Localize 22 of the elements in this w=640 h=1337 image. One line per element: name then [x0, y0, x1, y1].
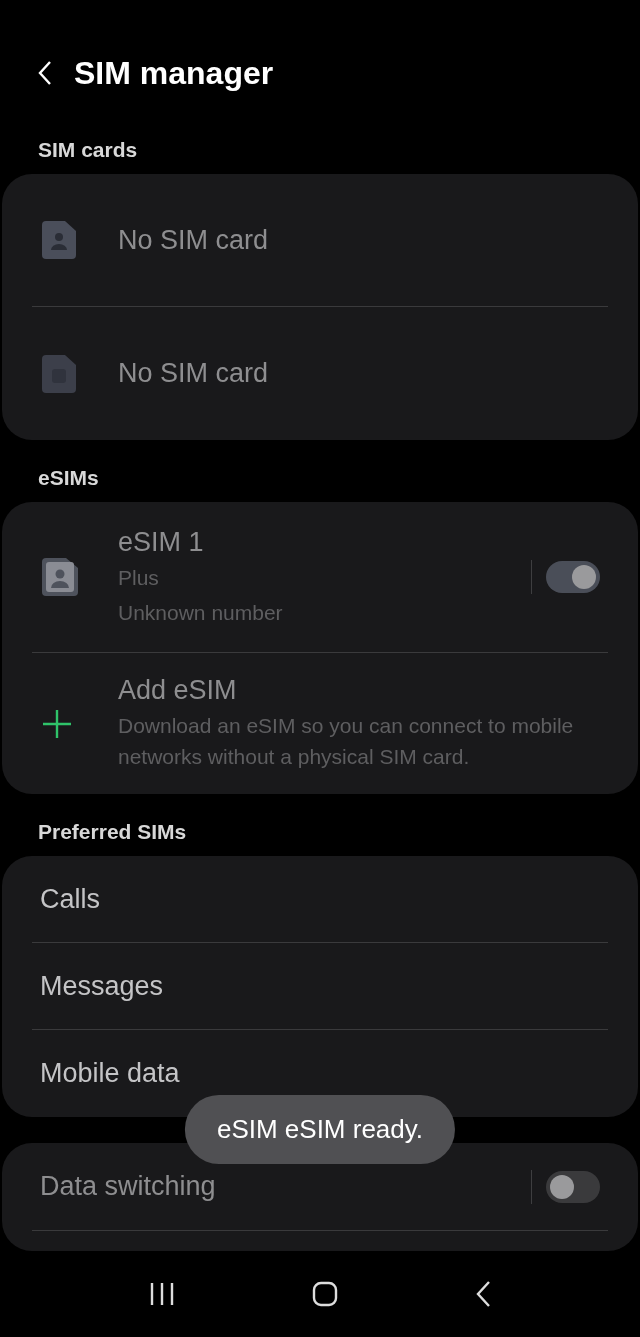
sim-card-person-icon [42, 558, 78, 596]
sim-title: No SIM card [118, 358, 270, 389]
back-nav-button[interactable] [475, 1280, 492, 1308]
section-label: eSIMs [37, 466, 100, 490]
home-button[interactable] [312, 1281, 338, 1307]
section-label: Preferred SIMs [37, 820, 188, 844]
page-title: SIM manager [74, 54, 274, 92]
sim-card-person-icon [42, 221, 76, 259]
sim-card-icon [42, 354, 76, 393]
esim-title: eSIM 1 [118, 526, 205, 558]
esim-detail: Unknown number [118, 599, 284, 626]
preference-item[interactable]: Messages [32, 970, 164, 1002]
setting-title: Data switching [39, 1171, 217, 1202]
esim-detail: Plus [118, 564, 160, 591]
add-esim-description: Download an eSIM so you can connect to mobile networks without a physical SIM card. [118, 713, 575, 770]
toast-message: eSIM eSIM ready. [184, 1095, 456, 1164]
preference-item[interactable]: Calls [32, 883, 100, 915]
preference-item[interactable]: Mobile data [32, 1058, 180, 1089]
recent-apps-button[interactable] [148, 1282, 175, 1306]
sim-title: No SIM card [118, 224, 270, 256]
plus-icon [42, 708, 72, 739]
section-label: SIM cards [37, 138, 139, 162]
